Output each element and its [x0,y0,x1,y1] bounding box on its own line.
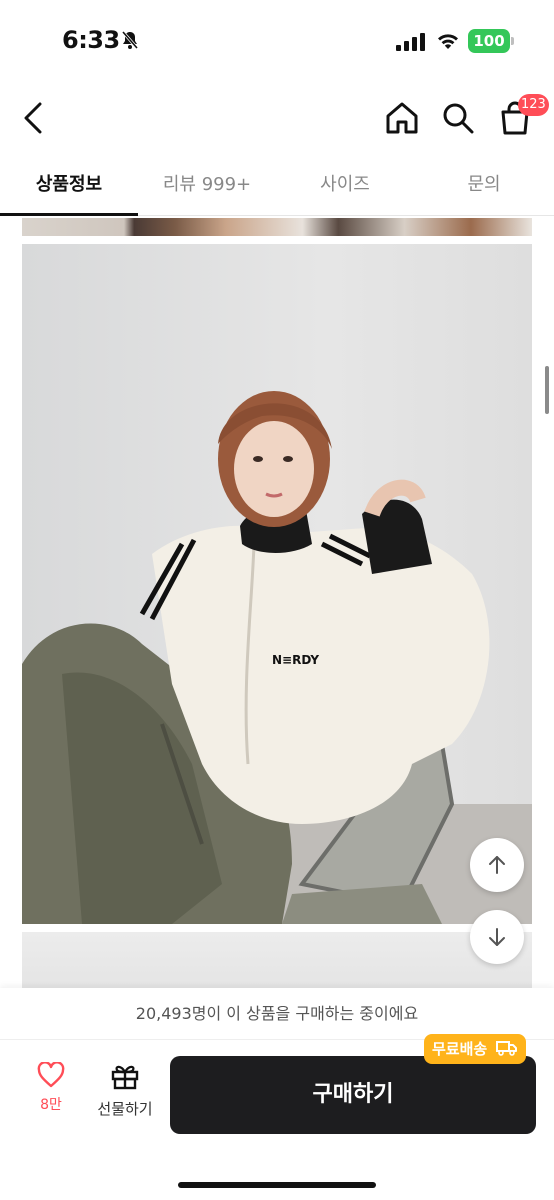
tab-inquiry[interactable]: 문의 [414,160,554,216]
bell-muted-icon [121,31,139,49]
heart-icon [37,1061,65,1088]
gift-button[interactable]: 선물하기 [90,1062,160,1128]
purchasing-now-notice: 20,493명이 이 상품을 구매하는 중이에요 [0,988,554,1040]
arrow-down-icon [489,928,505,946]
scroll-to-top-button[interactable] [470,838,524,892]
gift-icon [111,1065,139,1090]
gift-label: 선물하기 [97,1100,153,1118]
cellular-signal-icon [396,33,425,51]
like-button[interactable]: 8만 [24,1061,78,1128]
battery-indicator: 100 [468,29,510,53]
previous-product-image [22,218,532,236]
purchase-bar: 20,493명이 이 상품을 구매하는 중이에요 8만 선물하기 구매하기 무료… [0,988,554,1200]
wifi-icon [438,34,458,49]
status-bar: 6:33 100 [0,0,554,80]
active-tab-indicator [0,213,138,216]
buy-button[interactable]: 구매하기 [170,1056,536,1134]
truck-icon [496,1041,518,1056]
scroll-to-bottom-button[interactable] [470,910,524,964]
battery-cap [511,37,514,45]
scrollbar-thumb[interactable] [545,366,549,414]
like-count: 8만 [40,1097,62,1113]
tab-product-info[interactable]: 상품정보 [0,160,138,216]
back-arrow-icon[interactable] [18,98,50,138]
shirt-logo: N≡RDY [272,653,319,667]
cart-count-badge: 123 [518,94,549,116]
home-indicator[interactable] [178,1182,376,1188]
arrow-up-icon [489,856,505,874]
product-photo: N≡RDY [22,244,532,924]
tab-size[interactable]: 사이즈 [276,160,414,216]
free-shipping-badge: 무료배송 [424,1034,527,1064]
navigation-bar: 123 [0,88,554,148]
status-time: 6:33 [62,26,120,54]
search-icon[interactable] [440,100,476,136]
free-shipping-label: 무료배송 [432,1040,488,1058]
home-icon[interactable] [382,100,422,136]
next-product-image [22,932,532,992]
product-tabs: 상품정보 리뷰 999+ 사이즈 문의 [0,160,554,216]
tab-reviews[interactable]: 리뷰 999+ [138,160,276,216]
